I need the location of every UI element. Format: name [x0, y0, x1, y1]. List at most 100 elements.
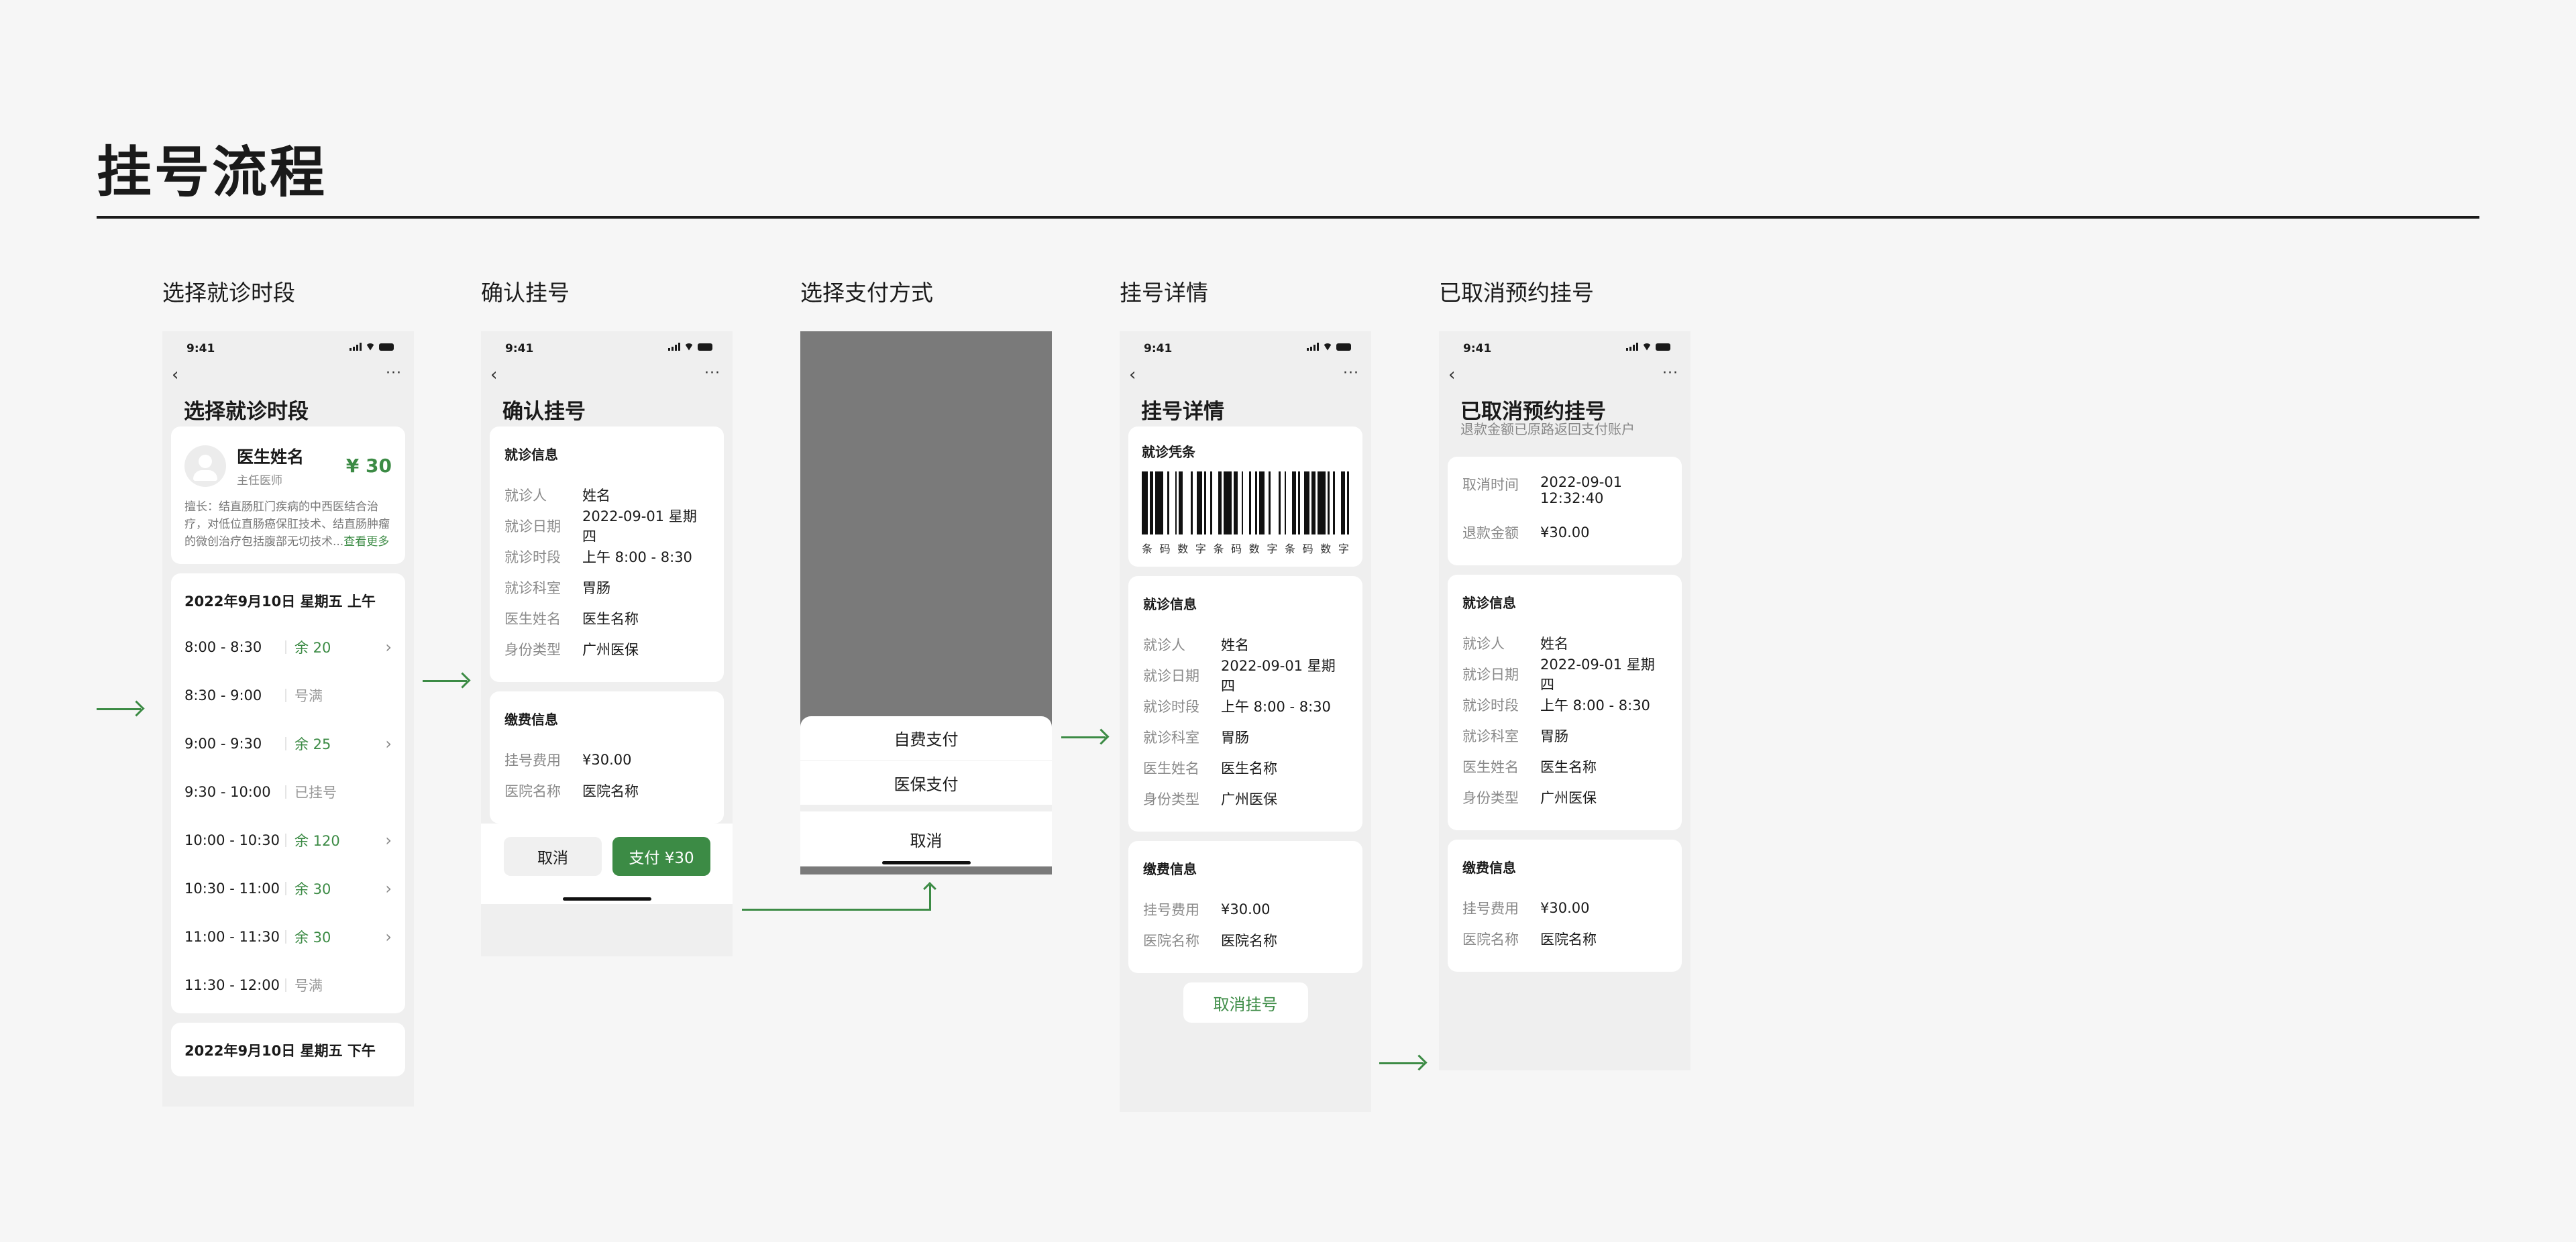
barcode-bar	[1318, 471, 1326, 534]
signal-icon	[668, 343, 680, 351]
wifi-icon	[366, 343, 375, 351]
battery-icon	[1656, 343, 1670, 351]
battery-icon	[379, 343, 394, 351]
info-row: 退款金额 ¥30.00	[1462, 524, 1590, 541]
status-bar: 9:41	[1120, 331, 1371, 366]
see-more-link[interactable]: 查看更多	[343, 535, 389, 549]
chevron-right-icon: ›	[385, 638, 392, 657]
slot-item[interactable]: 10:30 - 11:00 余 30 ›	[171, 864, 405, 913]
screen-title: 已取消预约挂号	[1460, 400, 1606, 424]
flow-arrow-icon	[423, 680, 467, 682]
barcode-bar	[1212, 471, 1218, 534]
section-title: 缴费信息	[1462, 860, 1516, 876]
slot-item: 8:30 - 9:00 号满	[184, 687, 323, 704]
phone-select-time: 9:41 ‹ ··· 选择就诊时段 医生姓名 主任医师 ¥ 30 擅长：结直肠肛门…	[162, 331, 414, 1107]
wifi-icon	[684, 343, 694, 351]
slot-item: 9:30 - 10:00 已挂号	[184, 784, 337, 801]
cancel-registration-button[interactable]: 取消挂号	[1183, 982, 1308, 1023]
signal-icon	[1307, 343, 1319, 351]
barcode-bar	[1286, 471, 1292, 534]
flow-arrow-icon	[1379, 1062, 1424, 1064]
barcode-bar	[1335, 471, 1341, 534]
section-title: 就诊信息	[1462, 595, 1516, 611]
page-title: 挂号流程	[97, 141, 328, 205]
back-icon[interactable]: ‹	[172, 366, 178, 384]
barcode-bar	[1303, 471, 1310, 534]
screen-subtitle: 退款金额已原路返回支付账户	[1460, 421, 1635, 437]
doctor-name: 医生姓名	[237, 447, 305, 467]
wifi-icon	[1323, 343, 1332, 351]
am-date-header: 2022年9月10日 星期五 上午	[184, 594, 376, 610]
flow-arrow-icon	[923, 882, 936, 895]
flow-arrow-connector	[742, 909, 931, 911]
insurance-pay-option[interactable]: 医保支付	[800, 760, 1052, 805]
battery-icon	[698, 343, 712, 351]
barcode-char: 数	[1320, 543, 1332, 555]
screen-title: 挂号详情	[1141, 400, 1224, 424]
column-title-cancelled: 已取消预约挂号	[1439, 280, 1594, 306]
pm-date-header: 2022年9月10日 星期五 下午	[184, 1043, 376, 1059]
slot-item[interactable]: 10:00 - 10:30 余 120 ›	[171, 816, 405, 864]
price: ¥ 30	[345, 455, 392, 477]
sheet-cancel-button[interactable]: 取消	[800, 811, 1052, 866]
avatar	[184, 445, 226, 487]
status-time: 9:41	[505, 342, 534, 355]
fee-info-card: 缴费信息 挂号费用 ¥30.00 医院名称 医院名称	[1128, 841, 1362, 973]
status-icons	[1626, 343, 1670, 351]
back-icon[interactable]: ‹	[490, 366, 497, 384]
cancel-button[interactable]: 取消	[504, 837, 602, 876]
pay-button[interactable]: 支付 ¥30	[612, 837, 710, 876]
more-icon[interactable]: ···	[1662, 366, 1678, 381]
dim-overlay[interactable]	[800, 331, 1052, 716]
info-row: 身份类型 广州医保	[1143, 791, 1277, 807]
barcode	[1142, 471, 1349, 534]
status-icons	[350, 343, 394, 351]
phone-confirm: 9:41 ‹ ··· 确认挂号 就诊信息 就诊人 姓名 就诊日期 2022-09-01…	[481, 331, 733, 956]
barcode-bar	[1155, 471, 1164, 534]
more-icon[interactable]: ···	[386, 366, 402, 381]
slot-item[interactable]: 9:00 - 9:30 余 25 ›	[171, 720, 405, 768]
back-icon[interactable]: ‹	[1129, 366, 1136, 384]
chevron-right-icon: ›	[385, 927, 392, 946]
info-row: 医生姓名 医生名称	[1143, 760, 1277, 777]
info-row: 就诊日期 2022-09-01 星期四	[1143, 658, 1336, 694]
info-row: 身份类型 广州医保	[1462, 790, 1597, 806]
self-pay-option[interactable]: 自费支付	[800, 716, 1052, 760]
barcode-char: 条	[1285, 543, 1296, 555]
am-slot-list: 2022年9月10日 星期五 上午 8:00 - 8:30 余 20 › 8:30 …	[171, 573, 405, 1013]
barcode-char: 条	[1142, 543, 1153, 555]
phone-payment: 自费支付 医保支付 取消	[800, 331, 1052, 874]
barcode-char: 码	[1231, 543, 1242, 555]
section-title: 缴费信息	[1143, 861, 1197, 877]
visit-info-card: 就诊信息 就诊人 姓名 就诊日期 2022-09-01 星期四 就诊时段 上午 8:0…	[1448, 575, 1682, 830]
barcode-bar	[1258, 471, 1265, 534]
more-icon[interactable]: ···	[1343, 366, 1359, 381]
visit-info-card: 就诊信息 就诊人 姓名 就诊日期 2022-09-01 星期四 就诊时段 上午 8:0…	[1128, 576, 1362, 832]
barcode-bar	[1169, 471, 1175, 534]
info-row: 就诊科室 胃肠	[504, 580, 610, 596]
info-row: 就诊日期 2022-09-01 星期四	[1462, 657, 1655, 693]
back-icon[interactable]: ‹	[1448, 366, 1455, 384]
chevron-right-icon: ›	[385, 831, 392, 850]
info-row: 挂号费用 ¥30.00	[504, 752, 632, 769]
slot-item[interactable]: 8:00 - 8:30 余 20 ›	[171, 623, 405, 671]
info-row: 医院名称 医院名称	[1462, 932, 1597, 948]
info-row: 挂号费用 ¥30.00	[1462, 900, 1590, 917]
fee-info-card: 缴费信息 挂号费用 ¥30.00 医院名称 医院名称	[1448, 840, 1682, 972]
status-icons	[668, 343, 712, 351]
barcode-bar	[1142, 471, 1148, 534]
visit-info-card: 就诊信息 就诊人 姓名 就诊日期 2022-09-01 星期四 就诊时段 上午 8:0…	[490, 427, 724, 682]
barcode-bar	[1271, 471, 1279, 534]
more-icon[interactable]: ···	[704, 366, 720, 381]
section-title: 缴费信息	[504, 712, 558, 728]
barcode-number: 条码数字条码数字条码数字	[1142, 540, 1349, 556]
info-row: 就诊科室 胃肠	[1143, 730, 1249, 746]
flow-arrow-icon	[97, 708, 141, 710]
info-row: 医院名称 医院名称	[1143, 933, 1277, 949]
column-title-payment: 选择支付方式	[800, 280, 933, 306]
info-row: 就诊科室 胃肠	[1462, 728, 1568, 744]
column-title-confirm: 确认挂号	[481, 280, 570, 306]
cancel-info-card: 取消时间 2022-09-01 12:32:40 退款金额 ¥30.00	[1448, 457, 1682, 565]
barcode-char: 码	[1302, 543, 1313, 555]
slot-item[interactable]: 11:00 - 11:30 余 30 ›	[171, 913, 405, 961]
